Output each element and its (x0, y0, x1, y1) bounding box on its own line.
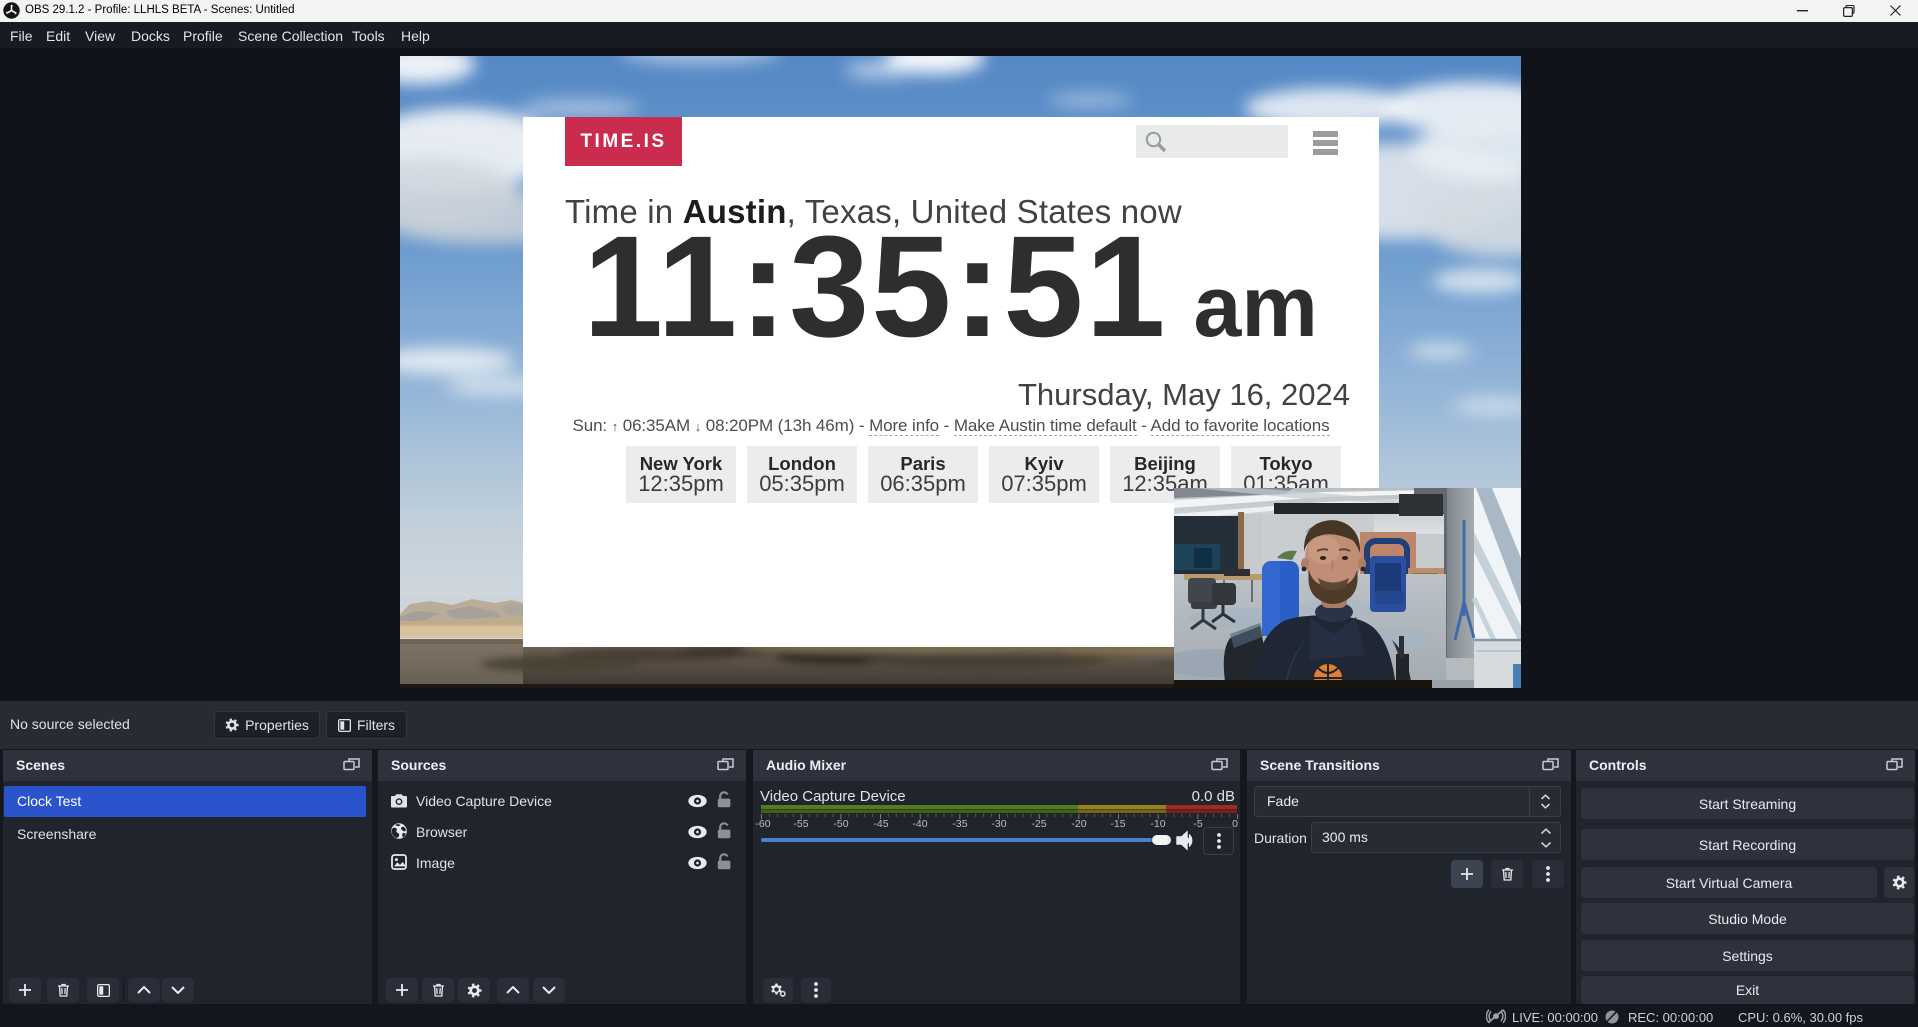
svg-text:-30: -30 (991, 818, 1006, 830)
svg-text:-50: -50 (833, 818, 848, 830)
svg-text:-45: -45 (873, 818, 888, 830)
svg-text:-35: -35 (952, 818, 967, 830)
svg-text:-5: -5 (1193, 818, 1202, 830)
svg-text:-15: -15 (1110, 818, 1125, 830)
svg-text:-20: -20 (1071, 818, 1086, 830)
svg-text:-25: -25 (1031, 818, 1046, 830)
svg-text:-60: -60 (755, 818, 770, 830)
svg-text:-10: -10 (1150, 818, 1165, 830)
svg-text:-55: -55 (793, 818, 808, 830)
svg-text:-40: -40 (912, 818, 927, 830)
